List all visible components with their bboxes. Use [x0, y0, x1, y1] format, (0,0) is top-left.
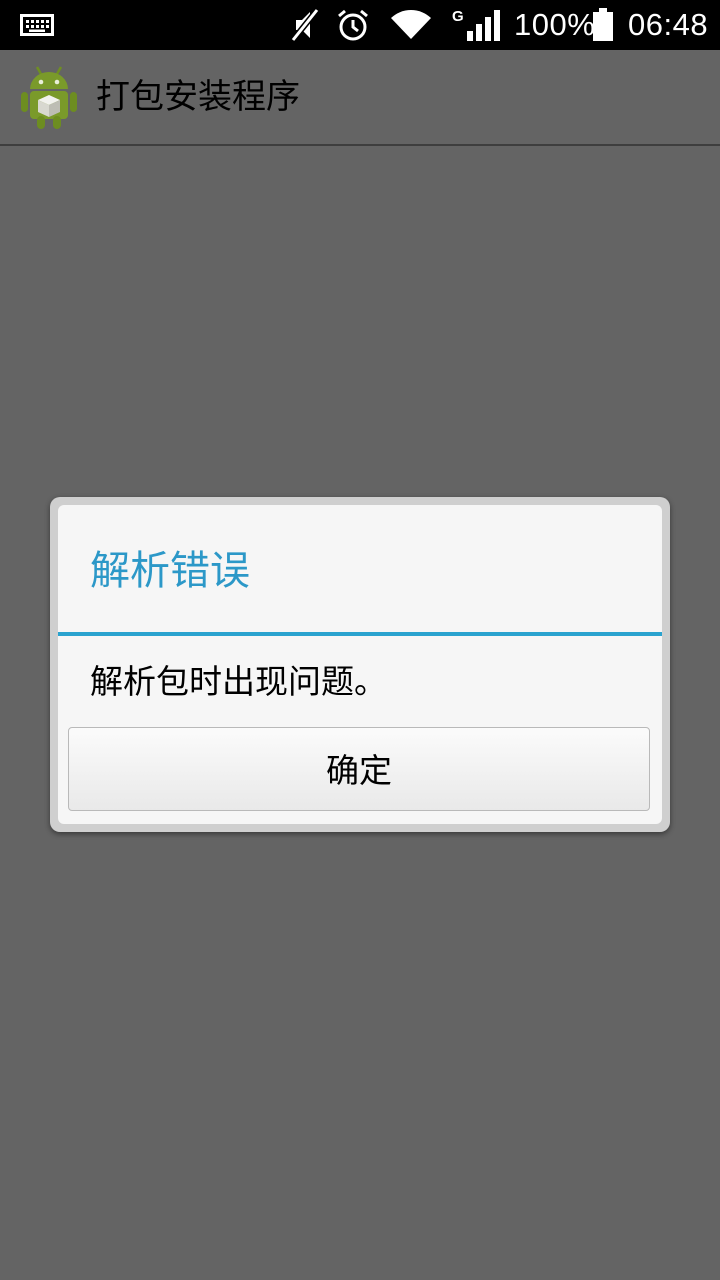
app-title: 打包安装程序 [96, 77, 300, 117]
dialog-message: 解析包时出现问题。 [90, 662, 387, 701]
parse-error-dialog: 解析错误 解析包时出现问题。 确定 [50, 497, 670, 832]
network-type-label: G [452, 8, 465, 25]
mute-icon [290, 0, 320, 50]
dialog-title: 解析错误 [90, 548, 250, 594]
keyboard-icon [20, 0, 54, 50]
clock: 06:48 [628, 7, 709, 42]
battery-percent: 100% [514, 7, 596, 42]
wifi-icon [390, 0, 432, 50]
status-bar: G 100% 06:48 [0, 0, 720, 50]
battery-icon [592, 0, 614, 50]
app-bar: 打包安装程序 [0, 50, 720, 146]
alarm-icon [336, 0, 370, 50]
android-package-installer-icon [20, 64, 78, 130]
dialog-panel: 解析错误 解析包时出现问题。 确定 [58, 505, 662, 824]
ok-button[interactable]: 确定 [68, 727, 650, 811]
signal-icon [466, 0, 500, 50]
